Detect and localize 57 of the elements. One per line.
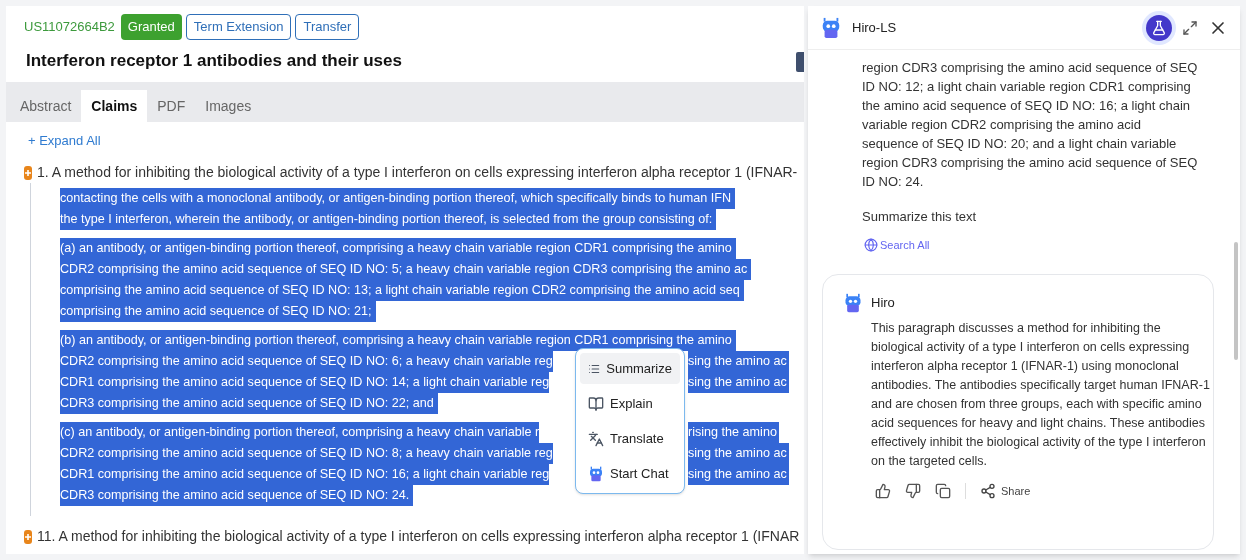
robot-icon [588,465,604,482]
selected-text: comprising the amino acid sequence of SEQ ID NO: 21; [60,301,376,322]
menu-item[interactable]: Summarize [580,353,680,384]
selected-text: CDR3 comprising the amino acid sequence of SEQ ID NO: 22; and [60,393,438,414]
claim-heading: 11. A method for inhibiting the biological activity of a type I interferon on cells expressing interferon alpha receptor 1 (IFNAR [37,527,800,546]
robot-logo [820,16,842,39]
user-message: region CDR3 comprising the amino acid sequence of SEQ ID NO: 12; a light chain variable region CDR1 comprising the amino acid sequence of SEQ ID NO: 16; a light chain variable region CDR2 comprising the amino acid sequence of SEQ ID NO: 20; and a light chain variable region CDR3 comprising the amino acid sequence of SEQ ID NO: 24. [862,59,1198,191]
robot-icon [843,293,863,313]
book-icon [588,395,604,412]
search-all-link[interactable]: Search All [864,236,930,253]
menu-item[interactable]: Translate [580,423,680,454]
globe-icon [864,237,878,252]
selected-text: CDR1 comprising the amino acid sequence of SEQ ID NO: 16; a light chain variable reg [60,464,550,485]
translate-icon [588,430,604,447]
selected-text: sing the amino ac [688,464,789,485]
selected-text: CDR3 comprising the amino acid sequence of SEQ ID NO: 24. [60,485,414,506]
selected-text: sing the amino ac [688,443,789,464]
user-prompt: Summarize this text [862,208,978,226]
selected-text: CDR1 comprising the amino acid sequence of SEQ ID NO: 14; a light chain variable reg [60,372,550,393]
share-button[interactable]: Share [980,483,1031,500]
menu-item[interactable]: Explain [580,388,680,419]
thumbs-down-icon[interactable] [905,483,921,500]
tab[interactable]: Abstract [10,90,82,122]
tag: Transfer [295,14,360,40]
selected-text: contacting the cells with a monoclonal antibody, or antigen-binding portion thereof, which specifically binds to human IFN [60,188,736,209]
patent-number: US11072664B2 [24,18,115,36]
copy-icon[interactable] [935,483,951,500]
selected-text: CDR2 comprising the amino acid sequence of SEQ ID NO: 8; a heavy chain variable reg [60,443,553,464]
thumbs-up-icon[interactable] [875,483,891,500]
selected-text: the type I interferon, wherein the antibody, or antigen-binding portion thereof, is selected from the group consisting of: [60,209,717,230]
menu-item[interactable]: Start Chat [580,458,680,489]
status-badge: Granted [120,14,182,40]
selected-text: comprising the amino acid sequence of SEQ ID NO: 13; a light chain variable region CDR2 comprising the amino acid seq [60,280,744,301]
panel-title: Hiro-LS [852,18,898,37]
tab[interactable]: PDF [147,90,196,122]
flask-icon [1151,19,1167,36]
expand-icon[interactable] [1182,19,1198,36]
tab[interactable]: Claims [81,90,148,122]
selected-text: sing the amino ac [688,351,789,372]
tab[interactable]: Images [195,90,262,122]
plus-icon[interactable] [24,529,32,544]
reply-text: This paragraph discusses a method for inhibiting the biological activity of a type I interferon on cells expressing interferon alpha receptor 1 (IFNAR-1) using monoclonal antibodies. The antibodies specifically target human IFNAR-1 and are chosen from three groups, each with specific amino acid sequences for heavy and light chains. These antibodies effectively inhibit the biological activity of the type I interferon on the targeted cells. [871,320,1211,470]
selected-text: (a) an antibody, or antigen-binding portion thereof, comprising a heavy chain variable region CDR1 comprising the amino [60,238,736,259]
selected-text: (b) an antibody, or antigen-binding portion thereof, comprising a heavy chain variable region CDR1 comprising the amino [60,330,736,351]
selected-text: CDR2 comprising the amino acid sequence of SEQ ID NO: 5; a heavy chain variable region CDR3 comprising the amino ac [60,259,752,280]
plus-icon[interactable] [24,165,32,180]
selected-text: sing the amino ac [688,372,789,393]
tag: Term Extension [185,14,292,40]
selected-text: rising the amino [688,422,779,443]
selected-text: (c) an antibody, or antigen-binding portion thereof, comprising a heavy chain variable r [60,422,540,443]
flask-button[interactable] [1146,14,1172,41]
reply-author: Hiro [871,294,895,313]
selected-text: CDR2 comprising the amino acid sequence of SEQ ID NO: 6; a heavy chain variable reg [60,351,553,372]
claim-heading: 1. A method for inhibiting the biological activity of a type I interferon on cells expressing interferon alpha receptor 1 (IFNAR- [37,163,798,182]
share-icon [980,483,996,500]
patent-title: Interferon receptor 1 antibodies and their uses [26,49,403,72]
expand-all-link[interactable]: + Expand All [28,131,101,151]
